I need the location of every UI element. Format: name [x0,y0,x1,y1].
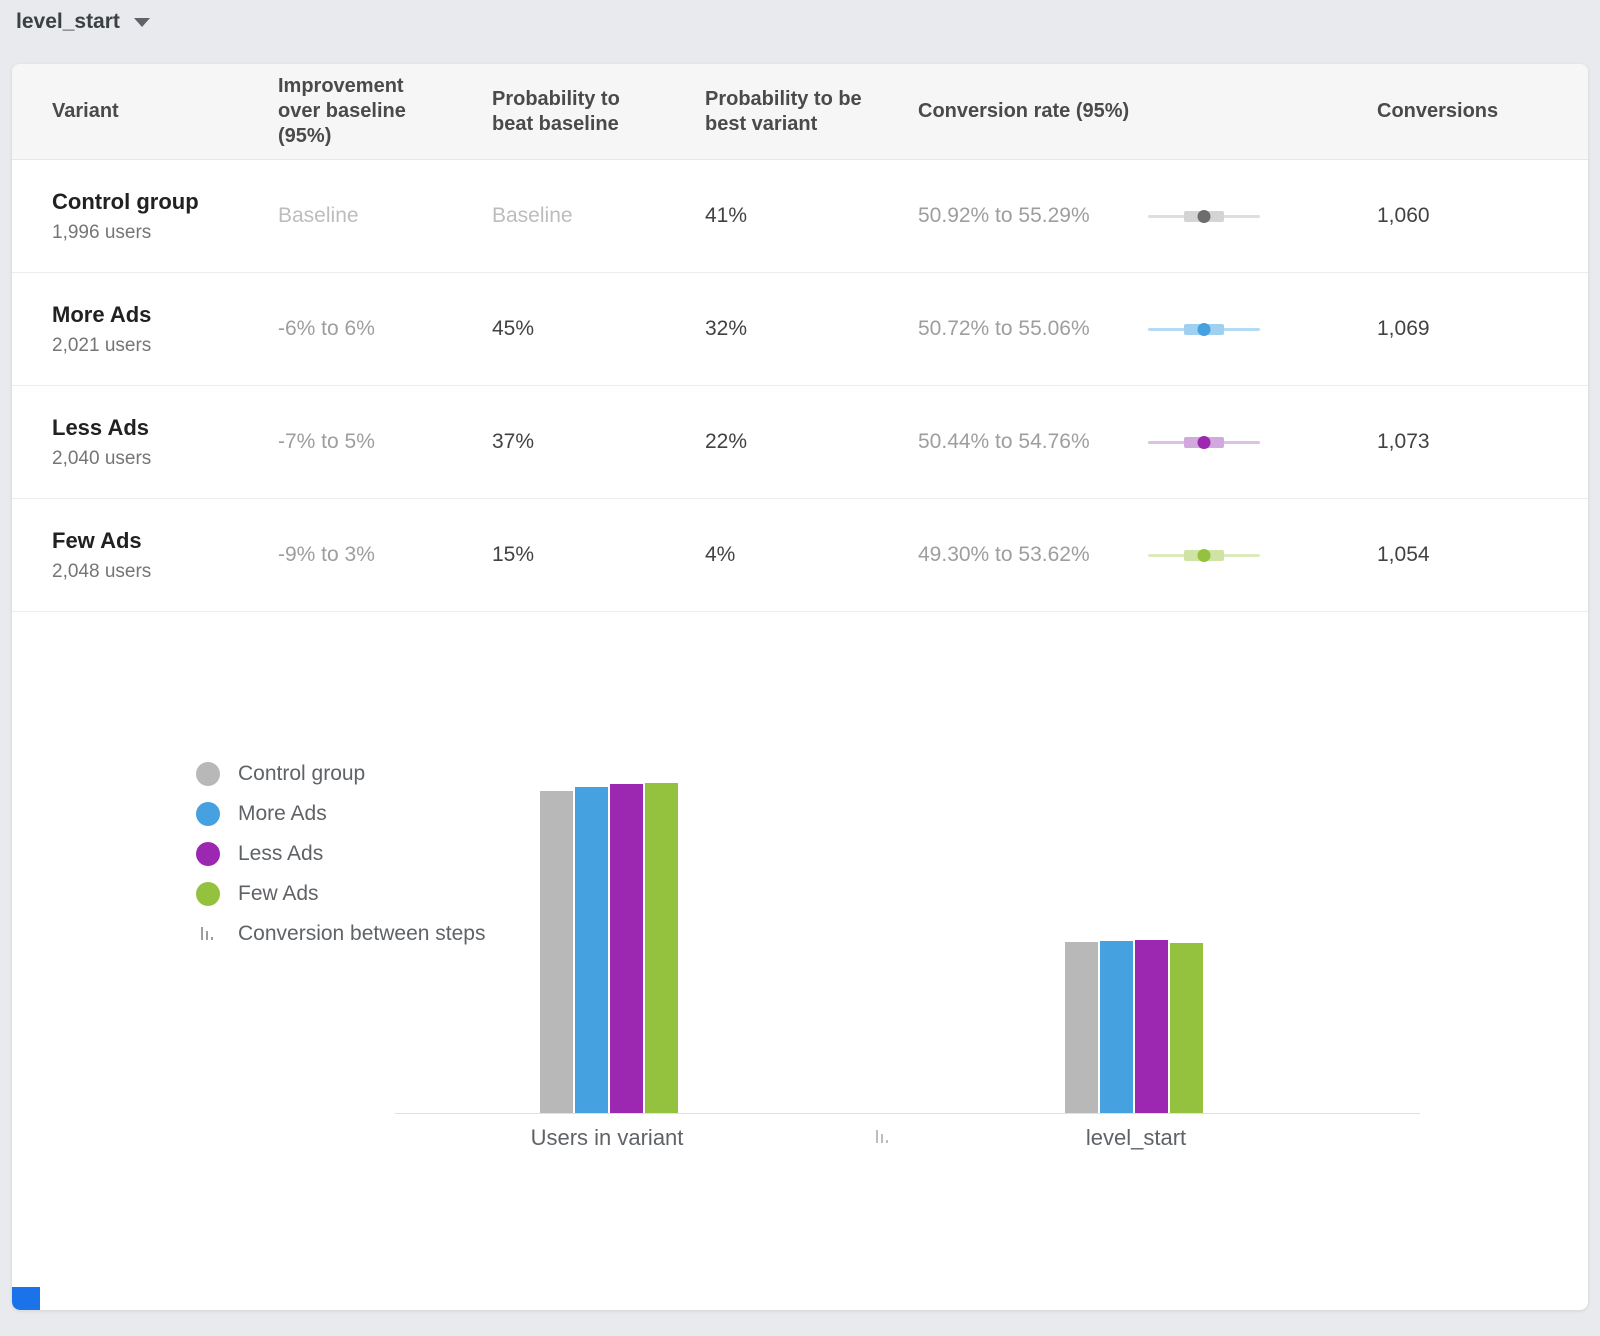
conversion-rate-text: 50.72% to 55.06% [918,317,1118,341]
table-row: Few Ads 2,048 users -9% to 3% 15% 4% 49.… [12,499,1588,612]
bar-few-ads [645,783,678,1113]
conversions-value: 1,060 [1377,204,1588,228]
table-row: Less Ads 2,040 users -7% to 5% 37% 22% 5… [12,386,1588,499]
axis-label-level-start: level_start [1086,1125,1186,1151]
conversion-interval-chart [1148,209,1260,224]
variant-cell: Few Ads 2,048 users [52,528,278,583]
axis-label-users-in-variant: Users in variant [531,1125,684,1151]
results-card: Variant Improvement over baseline (95%) … [12,64,1588,1310]
conversion-rate-text: 50.92% to 55.29% [918,204,1118,228]
conversion-rate-text: 50.44% to 54.76% [918,430,1118,454]
interval-dot [1198,549,1211,562]
conversion-rate-cell: 50.72% to 55.06% [918,317,1377,341]
table-row: Control group 1,996 users Baseline Basel… [12,160,1588,273]
prob-beat-value: 15% [492,543,705,567]
prob-beat-value: 45% [492,317,705,341]
bar-group-level-start [1065,940,1203,1113]
bar-more-ads [575,787,608,1113]
variant-users: 2,040 users [52,448,278,470]
variant-users: 2,021 users [52,335,278,357]
bar-plot: Users in variant level_start [12,612,1588,1310]
variant-users: 1,996 users [52,222,278,244]
conversions-value: 1,069 [1377,317,1588,341]
bar-control-group [540,791,573,1113]
snackbar-corner [12,1287,40,1310]
improvement-value: Baseline [278,204,492,228]
table-row: More Ads 2,021 users -6% to 6% 45% 32% 5… [12,273,1588,386]
variant-name: Control group [52,189,278,215]
chevron-down-icon [134,18,150,27]
column-header-improvement: Improvement over baseline (95%) [278,74,458,149]
bar-less-ads [610,784,643,1113]
variant-cell: Less Ads 2,040 users [52,415,278,470]
conversion-interval-chart [1148,435,1260,450]
funnel-chart: Control group More Ads Less Ads Few Ads [12,612,1588,1310]
conversion-rate-cell: 49.30% to 53.62% [918,543,1377,567]
bar-more-ads [1100,941,1133,1113]
variant-cell: Control group 1,996 users [52,189,278,244]
variant-cell: More Ads 2,021 users [52,302,278,357]
variant-name: Less Ads [52,415,278,441]
table-header-row: Variant Improvement over baseline (95%) … [12,64,1588,160]
prob-best-value: 32% [705,317,918,341]
event-dropdown[interactable]: level_start [16,10,150,34]
bar-group-users-in-variant [540,783,678,1113]
prob-best-value: 41% [705,204,918,228]
improvement-value: -6% to 6% [278,317,492,341]
column-header-conversions: Conversions [1377,99,1557,124]
conversion-interval-chart [1148,322,1260,337]
variant-users: 2,048 users [52,561,278,583]
event-dropdown-label: level_start [16,10,120,34]
column-header-prob-best: Probability to be best variant [705,87,885,137]
bar-less-ads [1135,940,1168,1113]
column-header-conv-rate: Conversion rate (95%) [918,99,1377,124]
prob-best-value: 4% [705,543,918,567]
conversion-rate-text: 49.30% to 53.62% [918,543,1118,567]
conversions-value: 1,073 [1377,430,1588,454]
conversion-rate-cell: 50.92% to 55.29% [918,204,1377,228]
interval-dot [1198,323,1211,336]
column-header-prob-beat: Probability to beat baseline [492,87,672,137]
prob-beat-value: 37% [492,430,705,454]
conversions-value: 1,054 [1377,543,1588,567]
conversion-steps-icon [875,1128,891,1151]
column-header-variant: Variant [52,99,232,124]
interval-dot [1198,210,1211,223]
conversion-rate-cell: 50.44% to 54.76% [918,430,1377,454]
bar-few-ads [1170,943,1203,1113]
improvement-value: -7% to 5% [278,430,492,454]
conversion-interval-chart [1148,548,1260,563]
prob-beat-value: Baseline [492,204,705,228]
bar-control-group [1065,942,1098,1113]
variant-name: More Ads [52,302,278,328]
improvement-value: -9% to 3% [278,543,492,567]
prob-best-value: 22% [705,430,918,454]
x-axis-line [395,1113,1420,1114]
variant-name: Few Ads [52,528,278,554]
interval-dot [1198,436,1211,449]
